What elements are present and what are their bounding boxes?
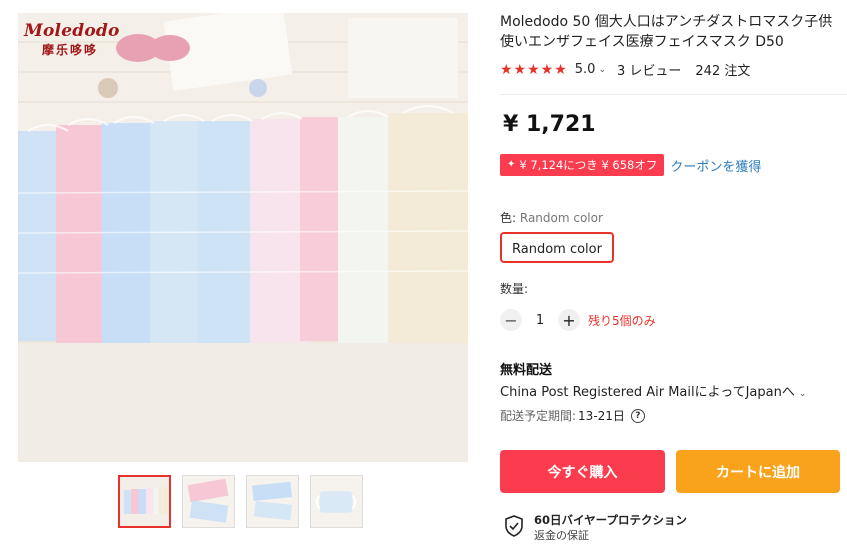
thumbnail-2[interactable]: [182, 475, 235, 528]
color-option-random[interactable]: Random color: [500, 232, 614, 263]
minus-icon[interactable]: −: [500, 309, 522, 331]
shield-check-icon: [505, 515, 523, 537]
chevron-down-icon[interactable]: ⌄: [598, 65, 606, 75]
get-coupon-link[interactable]: クーポンを獲得: [670, 156, 761, 175]
thumbnail-1[interactable]: [118, 475, 171, 528]
plus-icon[interactable]: +: [558, 309, 580, 331]
thumbnail-3[interactable]: [246, 475, 299, 528]
stock-note: 残り5個のみ: [588, 313, 656, 328]
quantity-stepper: − 1 + 残り5個のみ: [500, 309, 656, 331]
rating-row: ★★★★★ 5.0 ⌄ 3 レビュー 242 注文: [500, 60, 751, 80]
protection-subtitle: 返金の保証: [534, 529, 589, 542]
buyer-protection: 60日バイヤープロテクション 返金の保証: [504, 513, 687, 543]
delivery-estimate: 配送予定期間: 13-21日 ?: [500, 407, 645, 424]
sparkle-icon: ✦: [507, 159, 516, 170]
rating-value[interactable]: 5.0: [575, 62, 596, 77]
product-title: Moledodo 50 個大人口はアンチダストロマスク子供使いエンザフェイス医療…: [500, 14, 833, 50]
divider: [500, 94, 847, 95]
quantity-label: 数量:: [500, 282, 529, 296]
color-label: 色: Random color: [500, 211, 603, 225]
buy-now-button[interactable]: 今すぐ購入: [500, 450, 665, 493]
product-photo: [18, 13, 468, 462]
orders-count: 242 注文: [695, 64, 751, 79]
coupon-row: ✦ ¥ 7,124につき ¥ 658オフ クーポンを獲得: [500, 154, 761, 176]
help-icon[interactable]: ?: [630, 408, 645, 423]
coupon-badge-text: ¥ 7,124につき ¥ 658オフ: [519, 158, 658, 172]
star-icon: ★★★★★: [500, 61, 568, 78]
product-main-image[interactable]: Moledodo 摩乐哆哆: [18, 13, 468, 462]
brand-logo: Moledodo 摩乐哆哆: [24, 21, 120, 57]
shipping-method[interactable]: China Post Registered Air MailによってJapanへ…: [500, 381, 806, 400]
add-to-cart-button[interactable]: カートに追加: [676, 450, 840, 493]
shipping-title: 無料配送: [500, 363, 553, 378]
price: ¥ 1,721: [503, 112, 596, 137]
protection-title: 60日バイヤープロテクション: [534, 513, 687, 527]
thumbnail-strip: [118, 475, 363, 528]
color-selected-value: Random color: [519, 211, 603, 225]
coupon-badge: ✦ ¥ 7,124につき ¥ 658オフ: [500, 154, 665, 176]
chevron-down-icon: ⌄: [798, 389, 807, 399]
quantity-value[interactable]: 1: [522, 313, 558, 328]
delivery-days: 13-21日: [578, 409, 625, 423]
thumbnail-4[interactable]: [310, 475, 363, 528]
reviews-link[interactable]: 3 レビュー: [617, 60, 681, 79]
